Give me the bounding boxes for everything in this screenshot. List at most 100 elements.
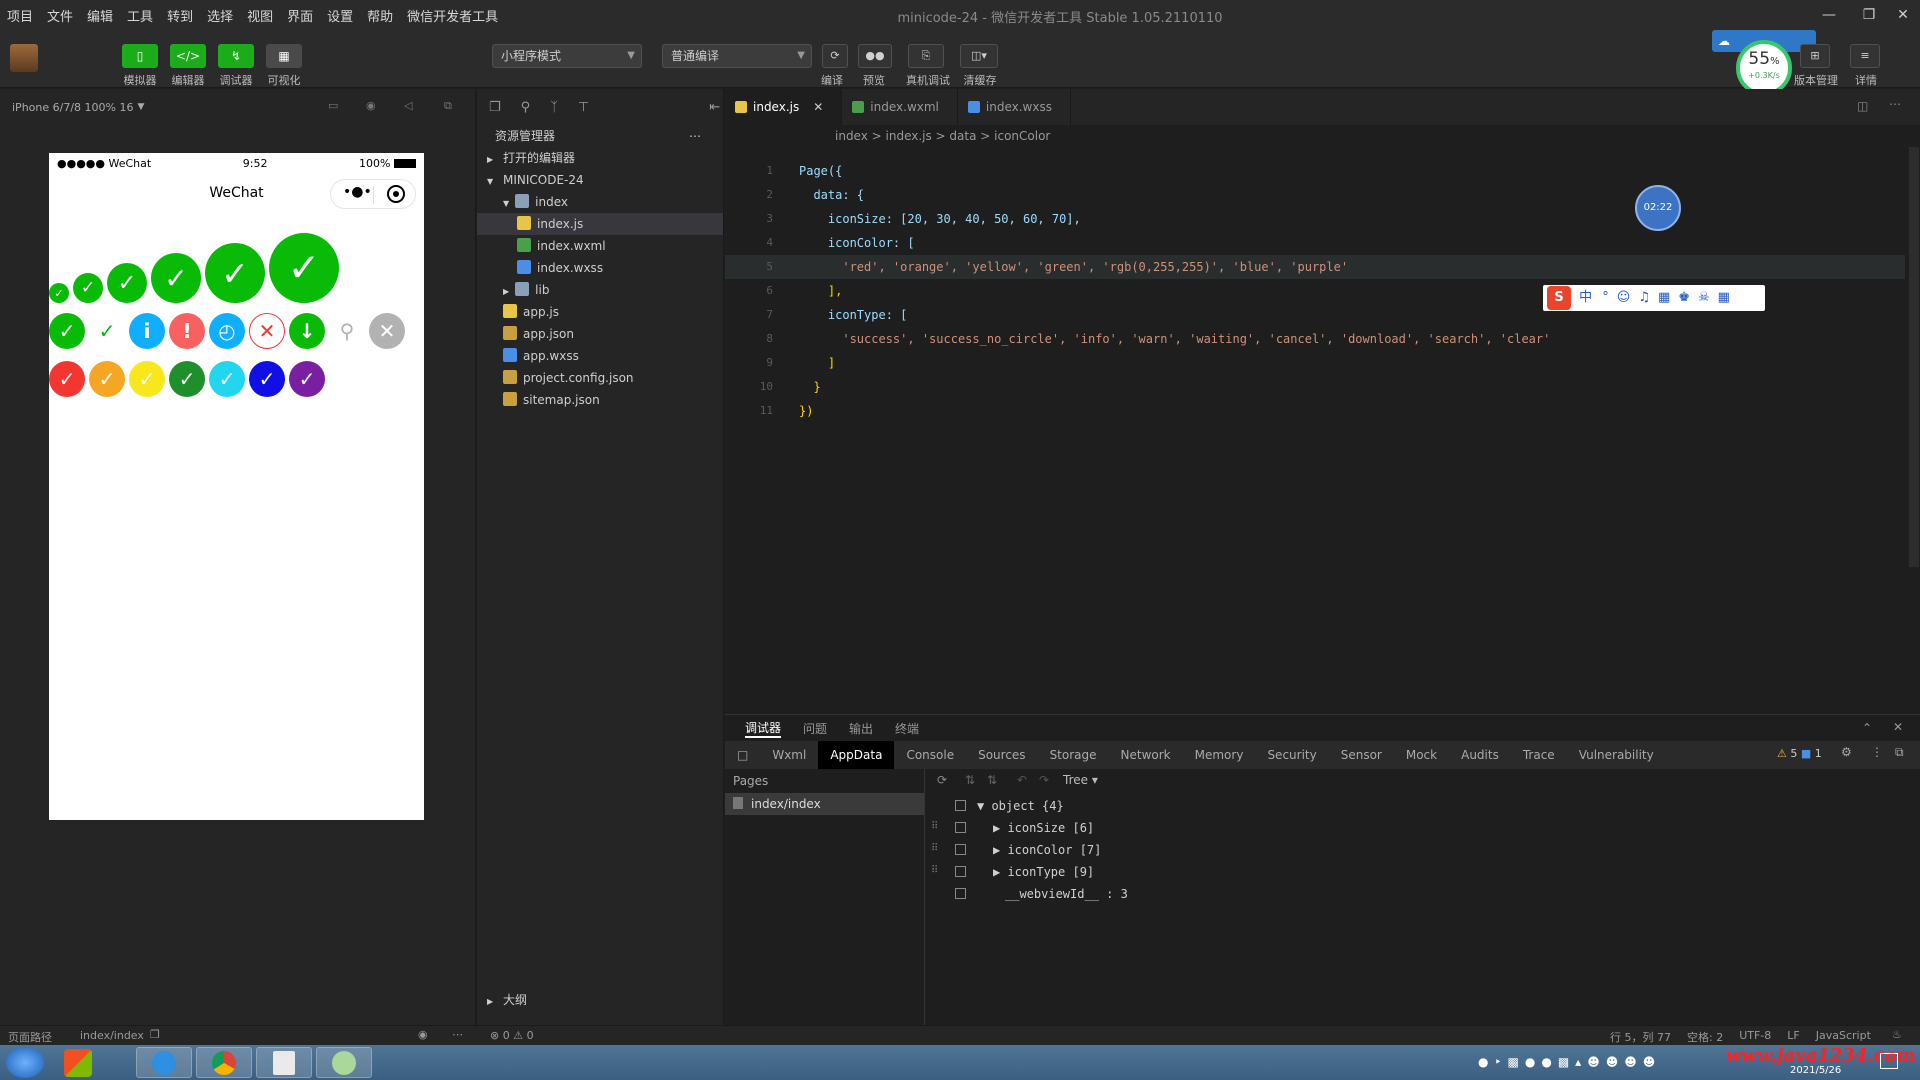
object-tree-row[interactable]: ▶ iconType [9] bbox=[993, 861, 1094, 883]
devtools-tab-sources[interactable]: Sources bbox=[966, 741, 1037, 769]
object-tree-row[interactable]: ▶ iconSize [6] bbox=[993, 817, 1094, 839]
row-checkbox[interactable] bbox=[955, 822, 966, 833]
tree-item-index-js[interactable]: index.js bbox=[477, 213, 723, 235]
ime-toolbar[interactable]: S 中 °☺♫▦♚☠▦ bbox=[1543, 285, 1765, 311]
code-line[interactable]: 3 iconSize: [20, 30, 40, 50, 60, 70], bbox=[725, 207, 1905, 231]
eye-icon[interactable]: ◉ bbox=[418, 1028, 428, 1041]
bell-icon[interactable]: ♨ bbox=[1892, 1028, 1902, 1041]
settings-icon[interactable]: ⚙ bbox=[1841, 745, 1852, 759]
close-tab-icon[interactable]: ✕ bbox=[813, 100, 823, 114]
close-panel-icon[interactable]: ✕ bbox=[1893, 720, 1903, 734]
status-item[interactable]: 行 5，列 77 bbox=[1610, 1029, 1671, 1045]
details-button[interactable]: ≡ bbox=[1850, 44, 1880, 68]
outline-section[interactable]: ▶ 大纲 bbox=[477, 989, 724, 1011]
tree-item-app-json[interactable]: app.json bbox=[477, 323, 723, 345]
devtools-top-tab[interactable]: 问题 bbox=[803, 720, 827, 737]
tree-item-project-config-json[interactable]: project.config.json bbox=[477, 367, 723, 389]
editor-toggle-button[interactable]: </> bbox=[170, 44, 206, 68]
devtools-tab-vulnerability[interactable]: Vulnerability bbox=[1567, 741, 1666, 769]
tree-item-sitemap-json[interactable]: sitemap.json bbox=[477, 389, 723, 411]
devtools-tab-sensor[interactable]: Sensor bbox=[1329, 741, 1394, 769]
debug-panel-icon[interactable]: ⊤ bbox=[578, 100, 589, 115]
devtools-tab-security[interactable]: Security bbox=[1255, 741, 1328, 769]
view-mode-select[interactable]: Tree ▾ bbox=[1063, 773, 1098, 787]
expand-all-icon[interactable]: ⇅ bbox=[965, 773, 975, 787]
tab-index-wxss[interactable]: index.wxss bbox=[958, 89, 1071, 125]
explorer-app-icon[interactable] bbox=[64, 1049, 92, 1077]
chevron-up-icon[interactable]: ⌃ bbox=[1862, 721, 1872, 735]
avatar[interactable] bbox=[10, 44, 38, 72]
tree-item-app-wxss[interactable]: app.wxss bbox=[477, 345, 723, 367]
more-icon[interactable]: ⋮ bbox=[1871, 745, 1883, 759]
undo-icon[interactable]: ↶ bbox=[1017, 773, 1027, 787]
inspect-icon[interactable]: □ bbox=[725, 741, 760, 769]
status-item[interactable]: LF bbox=[1787, 1029, 1799, 1045]
clock-date[interactable]: 2021/5/26 bbox=[1790, 1065, 1841, 1076]
devtools-tab-appdata[interactable]: AppData bbox=[818, 741, 895, 769]
row-checkbox[interactable] bbox=[955, 888, 966, 899]
compile-button[interactable]: ⟳ bbox=[822, 44, 848, 68]
devtools-tab-trace[interactable]: Trace bbox=[1511, 741, 1567, 769]
menu-item[interactable]: 微信开发者工具 bbox=[400, 6, 505, 25]
warning-badge[interactable]: ⚠ 5 ■ 1 bbox=[1777, 747, 1822, 760]
menu-item[interactable]: 编辑 bbox=[80, 6, 120, 25]
code-line[interactable]: 8 'success', 'success_no_circle', 'info'… bbox=[725, 327, 1905, 351]
taskbar-browser-edge[interactable] bbox=[136, 1047, 192, 1078]
devtools-top-tab[interactable]: 调试器 bbox=[745, 719, 782, 738]
status-item[interactable]: UTF-8 bbox=[1739, 1029, 1771, 1045]
devtools-tab-storage[interactable]: Storage bbox=[1038, 741, 1109, 769]
menu-item[interactable]: 转到 bbox=[160, 6, 200, 25]
page-item[interactable]: index/index bbox=[725, 793, 924, 815]
row-checkbox[interactable] bbox=[955, 800, 966, 811]
detach-icon[interactable]: ⧉ bbox=[444, 99, 452, 113]
code-line[interactable]: 9 ] bbox=[725, 351, 1905, 375]
dock-icon[interactable]: ⧉ bbox=[1895, 745, 1904, 760]
devtools-tab-console[interactable]: Console bbox=[894, 741, 966, 769]
devtools-top-tab[interactable]: 输出 bbox=[849, 720, 873, 737]
taskbar-wechat-devtools[interactable] bbox=[316, 1047, 372, 1078]
collapse-panel-icon[interactable]: ⇤ bbox=[709, 100, 720, 115]
more-icon[interactable]: ⋯ bbox=[689, 125, 701, 147]
breadcrumb[interactable]: index > index.js > data > iconColor bbox=[725, 125, 1920, 147]
close-icon[interactable]: ✕ bbox=[1880, 0, 1920, 30]
devtools-tab-mock[interactable]: Mock bbox=[1394, 741, 1449, 769]
status-item[interactable]: 空格: 2 bbox=[1687, 1029, 1723, 1045]
menu-item[interactable]: 选择 bbox=[200, 6, 240, 25]
devtools-tab-memory[interactable]: Memory bbox=[1183, 741, 1256, 769]
redo-icon[interactable]: ↷ bbox=[1039, 773, 1049, 787]
source-control-icon[interactable]: ᛉ bbox=[550, 100, 558, 115]
compile-mode-select[interactable]: 普通编译 ▼ bbox=[662, 44, 812, 68]
drag-handle-icon[interactable]: ⠿ bbox=[931, 821, 938, 832]
files-icon[interactable]: ❐ bbox=[489, 100, 501, 115]
menu-item[interactable]: 视图 bbox=[240, 6, 280, 25]
tray-icons[interactable]: ●‣▩●●▩▴☻☻☻☻ bbox=[1478, 1055, 1661, 1069]
code-line[interactable]: 2 data: { bbox=[725, 183, 1905, 207]
simulator-toggle-button[interactable]: ▯ bbox=[122, 44, 158, 68]
search-icon[interactable]: ⚲ bbox=[521, 100, 531, 115]
open-editors-section[interactable]: ▶ 打开的编辑器 bbox=[477, 147, 723, 169]
drag-handle-icon[interactable]: ⠿ bbox=[931, 865, 938, 876]
menu-item[interactable]: 设置 bbox=[320, 6, 360, 25]
sound-icon[interactable]: ◁ bbox=[404, 99, 412, 112]
row-checkbox[interactable] bbox=[955, 844, 966, 855]
devtools-top-tab[interactable]: 终端 bbox=[895, 720, 919, 737]
code-line[interactable]: 1 Page({ bbox=[725, 159, 1905, 183]
devtools-tab-audits[interactable]: Audits bbox=[1449, 741, 1511, 769]
status-item[interactable]: JavaScript bbox=[1816, 1029, 1871, 1045]
page-path-value[interactable]: index/index bbox=[80, 1029, 144, 1042]
menu-item[interactable]: 帮助 bbox=[360, 6, 400, 25]
record-icon[interactable]: ◉ bbox=[366, 99, 376, 112]
close-miniprogram-icon[interactable] bbox=[387, 185, 405, 203]
split-editor-icon[interactable]: ◫ bbox=[1857, 99, 1868, 113]
device-select[interactable]: iPhone 6/7/8 100% 16 bbox=[12, 101, 133, 114]
menu-item[interactable]: 文件 bbox=[40, 6, 80, 25]
tab-index-js[interactable]: index.js ✕ bbox=[725, 89, 843, 125]
tree-item-index-wxss[interactable]: index.wxss bbox=[477, 257, 723, 279]
collapse-all-icon[interactable]: ⇅ bbox=[987, 773, 997, 787]
refresh-icon[interactable]: ⟳ bbox=[937, 773, 947, 787]
code-line[interactable]: 11}) bbox=[725, 399, 1905, 423]
devtools-tab-wxml[interactable]: Wxml bbox=[760, 741, 818, 769]
real-device-debug-button[interactable]: ⎘ bbox=[908, 44, 944, 68]
start-button[interactable] bbox=[6, 1047, 44, 1078]
drag-handle-icon[interactable]: ⠿ bbox=[931, 843, 938, 854]
